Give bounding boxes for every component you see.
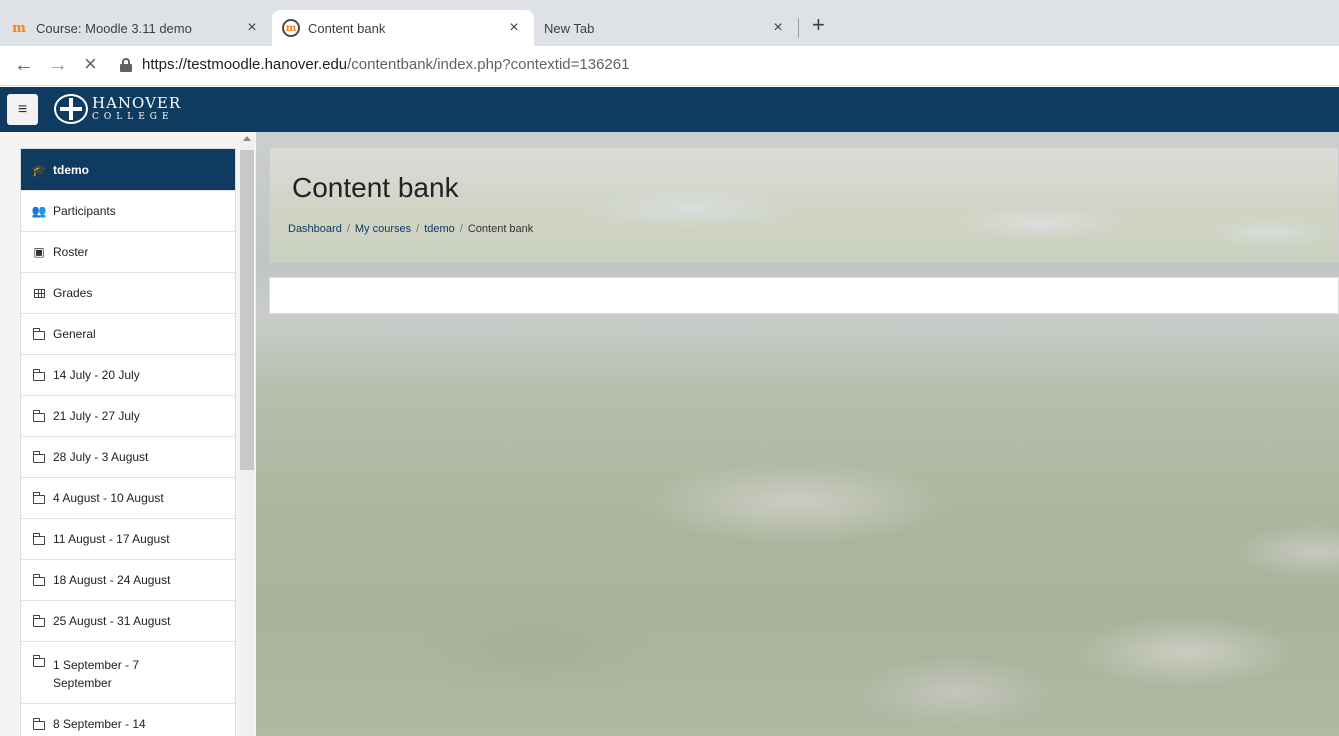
drawer-item-grades[interactable]: Grades bbox=[21, 273, 235, 314]
crest-icon bbox=[54, 94, 88, 124]
url-path: /contentbank/index.php?contextid=136261 bbox=[347, 56, 630, 73]
page-title: Content bank bbox=[292, 172, 459, 203]
users-icon: 👥 bbox=[31, 204, 47, 218]
roster-icon: ▣ bbox=[33, 245, 45, 259]
moodle-circle-icon: m bbox=[282, 19, 300, 37]
drawer-item-section[interactable]: 21 July - 27 July bbox=[21, 396, 235, 437]
scroll-up-icon[interactable] bbox=[243, 136, 251, 141]
drawer-item-section[interactable]: 14 July - 20 July bbox=[21, 355, 235, 396]
url-field[interactable]: https://testmoodle.hanover.edu/contentba… bbox=[142, 56, 629, 73]
logo-main-text: HANOVER bbox=[92, 94, 182, 112]
drawer-item-general[interactable]: General bbox=[21, 314, 235, 355]
close-tab-icon[interactable]: × bbox=[242, 19, 262, 37]
close-tab-icon[interactable]: × bbox=[504, 19, 524, 37]
folder-icon bbox=[31, 532, 47, 545]
site-navbar: ≡ HANOVER COLLEGE bbox=[0, 87, 1339, 132]
drawer-item-section[interactable]: 18 August - 24 August bbox=[21, 560, 235, 601]
browser-tab-content-bank[interactable]: m Content bank × bbox=[272, 10, 534, 46]
site-logo[interactable]: HANOVER COLLEGE bbox=[54, 93, 181, 125]
logo-sub-text: COLLEGE bbox=[92, 112, 174, 122]
moodle-icon: m bbox=[12, 20, 26, 36]
breadcrumb-my-courses[interactable]: My courses bbox=[355, 223, 411, 235]
lock-icon[interactable] bbox=[120, 58, 132, 72]
address-bar: ← → × https://testmoodle.hanover.edu/con… bbox=[0, 46, 1339, 86]
folder-icon bbox=[31, 368, 47, 381]
tab-title: Content bank bbox=[308, 20, 386, 36]
browser-tab-course[interactable]: m Course: Moodle 3.11 demo × bbox=[0, 10, 272, 46]
drawer-item-section[interactable]: 11 August - 17 August bbox=[21, 519, 235, 560]
breadcrumb: Dashboard / My courses / tdemo / Content… bbox=[288, 223, 534, 235]
drawer-item-tdemo[interactable]: 🎓 tdemo bbox=[21, 149, 235, 191]
drawer-item-section[interactable]: 8 September - 14 bbox=[21, 704, 235, 736]
close-tab-icon[interactable]: × bbox=[768, 19, 788, 37]
tab-title: New Tab bbox=[544, 20, 595, 36]
drawer-item-section[interactable]: 4 August - 10 August bbox=[21, 478, 235, 519]
folder-icon bbox=[31, 450, 47, 463]
url-host: https://testmoodle.hanover.edu bbox=[142, 56, 348, 73]
page-header: Content bank Dashboard / My courses / td… bbox=[269, 147, 1339, 263]
tab-separator bbox=[798, 18, 799, 38]
hamburger-icon: ≡ bbox=[17, 100, 28, 118]
folder-icon bbox=[31, 655, 47, 667]
drawer-item-participants[interactable]: 👥 Participants bbox=[21, 191, 235, 232]
nav-drawer: 🎓 tdemo 👥 Participants ▣ Roster Grades G… bbox=[20, 136, 254, 736]
drawer-item-section[interactable]: 1 September - 7 September bbox=[21, 642, 235, 704]
folder-icon bbox=[31, 491, 47, 504]
table-icon bbox=[31, 288, 47, 298]
new-tab-button[interactable]: + bbox=[812, 12, 825, 38]
browser-tab-new[interactable]: New Tab × bbox=[534, 10, 798, 46]
content-area bbox=[269, 277, 1339, 314]
drawer-nav-list: 🎓 tdemo 👥 Participants ▣ Roster Grades G… bbox=[20, 148, 236, 736]
back-arrow-icon[interactable]: ← bbox=[14, 54, 34, 77]
breadcrumb-tdemo[interactable]: tdemo bbox=[424, 223, 455, 235]
folder-icon bbox=[31, 409, 47, 422]
folder-icon bbox=[31, 717, 47, 730]
breadcrumb-dashboard[interactable]: Dashboard bbox=[288, 223, 342, 235]
drawer-item-section[interactable]: 28 July - 3 August bbox=[21, 437, 235, 478]
drawer-scrollbar-thumb[interactable] bbox=[240, 150, 254, 470]
menu-toggle-button[interactable]: ≡ bbox=[7, 94, 38, 125]
breadcrumb-content-bank: Content bank bbox=[467, 223, 534, 235]
browser-tab-bar: m Course: Moodle 3.11 demo × m Content b… bbox=[0, 0, 1339, 46]
drawer-item-section[interactable]: 25 August - 31 August bbox=[21, 601, 235, 642]
folder-icon bbox=[31, 327, 47, 340]
folder-icon bbox=[31, 573, 47, 586]
graduation-cap-icon: 🎓 bbox=[31, 162, 47, 177]
forward-arrow-icon[interactable]: → bbox=[48, 54, 68, 77]
stop-loading-icon[interactable]: × bbox=[84, 51, 97, 77]
tab-title: Course: Moodle 3.11 demo bbox=[36, 20, 192, 36]
drawer-item-roster[interactable]: ▣ Roster bbox=[21, 232, 235, 273]
folder-icon bbox=[31, 614, 47, 627]
